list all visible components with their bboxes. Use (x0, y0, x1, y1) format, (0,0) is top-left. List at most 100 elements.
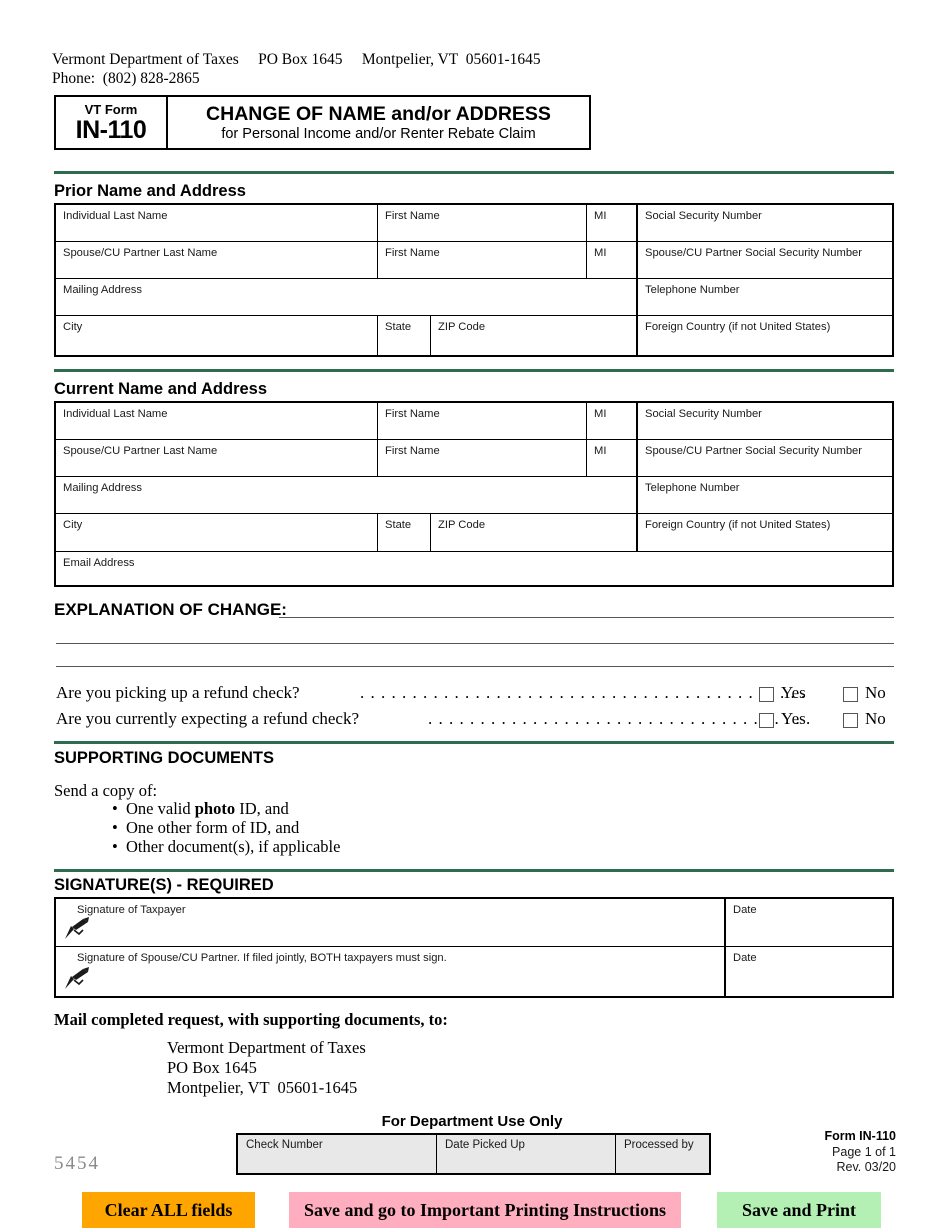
current-spouse-ssn-field[interactable]: Spouse/CU Partner Social Security Number (638, 440, 892, 476)
bullet-glyph: • (112, 818, 118, 837)
spouse-signature-field[interactable]: Signature of Spouse/CU Partner. If filed… (56, 947, 726, 996)
save-and-print-button[interactable]: Save and Print (717, 1192, 881, 1228)
table-row: Mailing Address Telephone Number (56, 279, 892, 316)
prior-state-field[interactable]: State (378, 316, 431, 355)
list-item: • One valid photo ID, and (112, 799, 289, 819)
checkbox-picking-up-refund-yes[interactable] (759, 687, 774, 702)
prior-spouse-mi-field[interactable]: MI (587, 242, 638, 278)
list-item-prefix: Other document(s), if applicable (126, 837, 341, 856)
processed-by-field[interactable]: Processed by (616, 1135, 708, 1173)
current-individual-mi-field[interactable]: MI (587, 403, 638, 439)
section-divider-supporting-documents (54, 741, 894, 744)
checkbox-picking-up-refund-no[interactable] (843, 687, 858, 702)
agency-address-line: Vermont Department of Taxes PO Box 1645 … (52, 51, 541, 68)
current-zip-field[interactable]: ZIP Code (431, 514, 638, 551)
table-row: City State ZIP Code Foreign Country (if … (56, 316, 892, 355)
spouse-signature-date-field[interactable]: Date (726, 947, 892, 996)
check-number-field[interactable]: Check Number (238, 1135, 437, 1173)
current-email-field[interactable]: Email Address (56, 552, 892, 585)
prior-ssn-field[interactable]: Social Security Number (638, 205, 892, 241)
current-individual-last-name-field[interactable]: Individual Last Name (56, 403, 378, 439)
current-mailing-address-field[interactable]: Mailing Address (56, 477, 638, 513)
taxpayer-signature-field[interactable]: Signature of Taxpayer (56, 899, 726, 946)
signature-pen-icon (65, 967, 89, 989)
prior-city-field[interactable]: City (56, 316, 378, 355)
supporting-documents-intro: Send a copy of: (54, 781, 158, 800)
agency-phone-line: Phone: (802) 828-2865 (52, 70, 200, 87)
table-row: Signature of Taxpayer Date (56, 899, 892, 947)
table-row: Signature of Spouse/CU Partner. If filed… (56, 947, 892, 996)
prior-individual-mi-field[interactable]: MI (587, 205, 638, 241)
checkbox-expecting-refund-yes[interactable] (759, 713, 774, 728)
explanation-input-line-3[interactable] (56, 666, 894, 667)
section-divider-current (54, 369, 894, 372)
list-item-emphasis: photo (194, 799, 236, 818)
section-heading-prior: Prior Name and Address (54, 182, 246, 200)
checkbox-label-no: No (865, 709, 886, 728)
footer-form-info: Form IN-110 Page 1 of 1 Rev. 03/20 (824, 1129, 896, 1176)
form-serial-number: 5454 (54, 1153, 100, 1174)
explanation-input-line-1[interactable] (279, 617, 894, 618)
table-row: Mailing Address Telephone Number (56, 477, 892, 514)
list-item: • Other document(s), if applicable (112, 837, 340, 857)
bullet-glyph: • (112, 799, 118, 818)
current-individual-first-name-field[interactable]: First Name (378, 403, 587, 439)
footer-form-label: Form IN-110 (824, 1129, 896, 1143)
save-and-printing-instructions-button[interactable]: Save and go to Important Printing Instru… (289, 1192, 681, 1228)
signature-pen-icon (65, 917, 89, 939)
section-heading-signatures: SIGNATURE(S) - REQUIRED (54, 876, 274, 894)
checkbox-expecting-refund-no[interactable] (843, 713, 858, 728)
table-row: City State ZIP Code Foreign Country (if … (56, 514, 892, 552)
current-foreign-country-field[interactable]: Foreign Country (if not United States) (638, 514, 892, 551)
agency-contact-block: Vermont Department of Taxes PO Box 1645 … (52, 50, 541, 88)
footer-page-label: Page 1 of 1 (832, 1144, 896, 1159)
taxpayer-signature-date-field[interactable]: Date (726, 899, 892, 946)
current-telephone-field[interactable]: Telephone Number (638, 477, 892, 513)
current-state-field[interactable]: State (378, 514, 431, 551)
prior-individual-first-name-field[interactable]: First Name (378, 205, 587, 241)
prior-spouse-first-name-field[interactable]: First Name (378, 242, 587, 278)
page-title: CHANGE OF NAME and/or ADDRESS (206, 102, 551, 125)
clear-all-fields-button[interactable]: Clear ALL fields (82, 1192, 255, 1228)
prior-mailing-address-field[interactable]: Mailing Address (56, 279, 638, 315)
dot-leader: . . . . . . . . . . . . . . . . . . . . … (428, 709, 810, 728)
form-identification-box: VT Form IN-110 CHANGE OF NAME and/or ADD… (54, 95, 591, 150)
prior-address-table: Individual Last Name First Name MI Socia… (54, 203, 894, 357)
question-expecting-refund: Are you currently expecting a refund che… (56, 709, 894, 735)
footer-revision-label: Rev. 03/20 (836, 1160, 896, 1174)
table-row: Spouse/CU Partner Last Name First Name M… (56, 242, 892, 279)
list-item-prefix: One valid (126, 799, 195, 818)
prior-spouse-ssn-field[interactable]: Spouse/CU Partner Social Security Number (638, 242, 892, 278)
current-city-field[interactable]: City (56, 514, 378, 551)
form-number-block: VT Form IN-110 (56, 97, 168, 148)
list-item: • One other form of ID, and (112, 818, 299, 838)
table-row: Spouse/CU Partner Last Name First Name M… (56, 440, 892, 477)
prior-zip-field[interactable]: ZIP Code (431, 316, 638, 355)
prior-spouse-last-name-field[interactable]: Spouse/CU Partner Last Name (56, 242, 378, 278)
explanation-input-line-2[interactable] (56, 643, 894, 644)
table-row: Email Address (56, 552, 892, 585)
prior-telephone-field[interactable]: Telephone Number (638, 279, 892, 315)
department-use-heading: For Department Use Only (381, 1113, 563, 1130)
date-picked-up-field[interactable]: Date Picked Up (437, 1135, 616, 1173)
checkbox-label-yes: Yes (781, 683, 806, 702)
form-subtitle: for Personal Income and/or Renter Rebate… (221, 125, 536, 142)
form-number: IN-110 (75, 115, 147, 144)
section-heading-supporting-documents: SUPPORTING DOCUMENTS (54, 749, 275, 767)
checkbox-label-yes: Yes (781, 709, 806, 728)
question-text: Are you picking up a refund check? (56, 683, 300, 702)
mailing-instructions-heading: Mail completed request, with supporting … (54, 1010, 448, 1029)
form-title-block: CHANGE OF NAME and/or ADDRESS for Person… (168, 97, 589, 148)
department-use-table: Check Number Date Picked Up Processed by (236, 1133, 711, 1175)
current-spouse-first-name-field[interactable]: First Name (378, 440, 587, 476)
question-text: Are you currently expecting a refund che… (56, 709, 360, 728)
current-ssn-field[interactable]: Social Security Number (638, 403, 892, 439)
current-spouse-last-name-field[interactable]: Spouse/CU Partner Last Name (56, 440, 378, 476)
list-item-prefix: One other form of ID, and (126, 818, 300, 837)
prior-individual-last-name-field[interactable]: Individual Last Name (56, 205, 378, 241)
mailing-address: Vermont Department of Taxes PO Box 1645 … (167, 1038, 366, 1097)
checkbox-label-no: No (865, 683, 886, 702)
current-spouse-mi-field[interactable]: MI (587, 440, 638, 476)
prior-foreign-country-field[interactable]: Foreign Country (if not United States) (638, 316, 892, 355)
bullet-glyph: • (112, 837, 118, 856)
